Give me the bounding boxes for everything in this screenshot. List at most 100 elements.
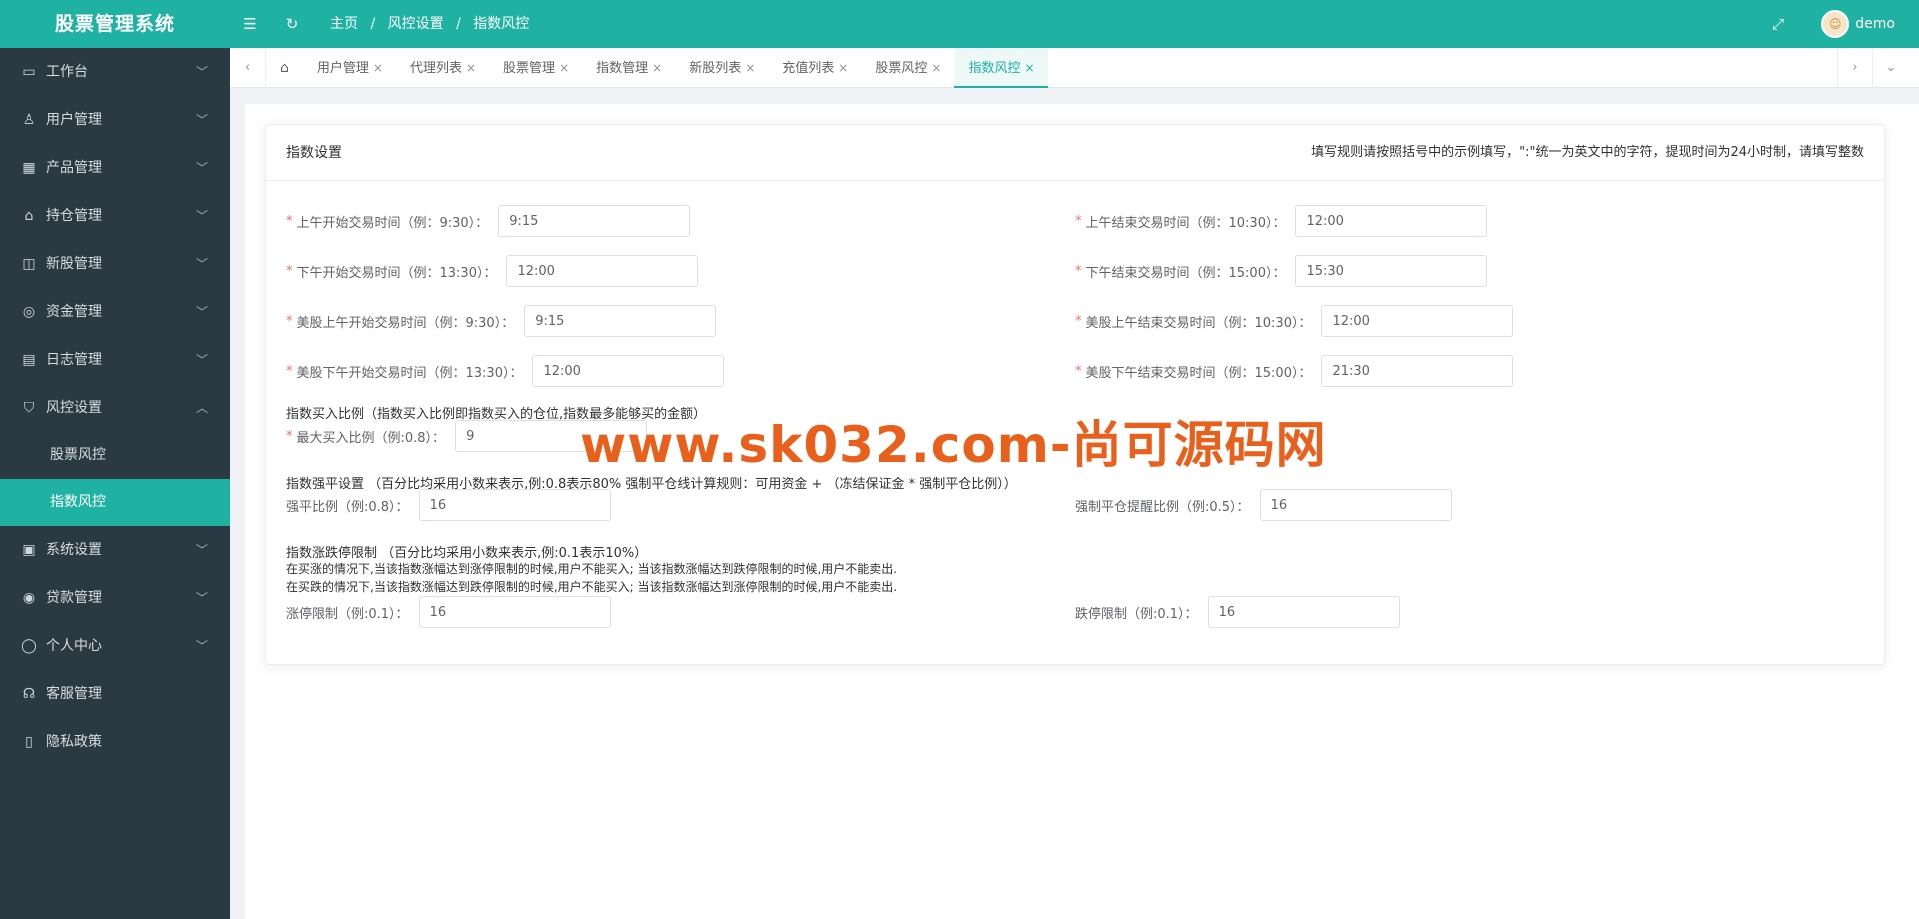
sidebar-item-label: 产品管理 xyxy=(46,160,102,176)
tab-label: 用户管理 xyxy=(316,61,369,76)
tab-label: 新股列表 xyxy=(689,61,742,76)
tab-agent-list[interactable]: 代理列表 × xyxy=(396,48,489,88)
form-item-am-end: * 上午结束交易时间（例：10:30）： xyxy=(1075,205,1488,237)
down-limit-input[interactable] xyxy=(1207,596,1400,628)
form-item-us-pm-start: * 美股下午开始交易时间（例：13:30）： xyxy=(286,355,725,387)
field-label: 强平比例（例:0.8）： xyxy=(286,499,409,515)
sidebar-item-logs[interactable]: ▤ 日志管理 ﹀ xyxy=(0,336,230,384)
close-icon[interactable]: × xyxy=(652,61,662,75)
sidebar-item-funds[interactable]: ◎ 资金管理 ﹀ xyxy=(0,288,230,336)
form-item-force-remind: 强制平仓提醒比例（例:0.5）： xyxy=(1075,489,1452,521)
coins-icon: ◎ xyxy=(22,304,36,320)
tab-stock-risk[interactable]: 股票风控 × xyxy=(861,48,954,88)
sidebar-item-privacy[interactable]: ▯ 隐私政策 xyxy=(0,718,230,766)
chevron-up-icon: ︿ xyxy=(195,401,208,415)
sidebar-item-positions[interactable]: ⌂ 持仓管理 ﹀ xyxy=(0,192,230,240)
breadcrumb-separator: / xyxy=(456,16,461,32)
breadcrumb-item: 指数风控 xyxy=(473,16,530,32)
breadcrumb-item[interactable]: 主页 xyxy=(330,16,358,32)
tabs-scroll-left-icon[interactable]: ‹ xyxy=(230,48,266,88)
sidebar-item-users[interactable]: ♙ 用户管理 ﹀ xyxy=(0,96,230,144)
sidebar-item-customer-service[interactable]: ☊ 客服管理 xyxy=(0,670,230,718)
sidebar-item-system-settings[interactable]: ▣ 系统设置 ﹀ xyxy=(0,526,230,574)
tab-home[interactable]: ⌂ xyxy=(266,48,303,88)
home-icon: ⌂ xyxy=(24,208,34,224)
am-start-input[interactable] xyxy=(498,205,691,237)
fullscreen-icon[interactable]: ⤢ xyxy=(1768,14,1788,34)
chevron-down-icon: ﹀ xyxy=(195,543,208,557)
refresh-icon[interactable]: ↻ xyxy=(282,14,302,34)
us-am-end-input[interactable] xyxy=(1321,305,1514,337)
sidebar-item-workbench[interactable]: ▭ 工作台 ﹀ xyxy=(0,48,230,96)
tab-label: 股票风控 xyxy=(875,61,928,76)
log-icon: ▤ xyxy=(22,352,36,368)
form-item-down-limit: 跌停限制（例:0.1）： xyxy=(1075,596,1400,628)
sidebar-item-personal-center[interactable]: ◯ 个人中心 ﹀ xyxy=(0,622,230,670)
sidebar-item-products[interactable]: ▦ 产品管理 ﹀ xyxy=(0,144,230,192)
required-mark: * xyxy=(286,313,293,329)
pm-end-input[interactable] xyxy=(1295,255,1488,287)
sidebar-item-risk-control[interactable]: ⛉ 风控设置 ︿ xyxy=(0,384,230,432)
form-item-force-ratio: 强平比例（例:0.8）： xyxy=(286,489,611,521)
tab-label: 指数管理 xyxy=(596,61,649,76)
close-icon[interactable]: × xyxy=(466,61,476,75)
tab-user-management[interactable]: 用户管理 × xyxy=(303,48,396,88)
monitor-icon: ▭ xyxy=(22,64,36,80)
chevron-down-icon: ﹀ xyxy=(195,305,208,319)
form-item-pm-start: * 下午开始交易时间（例：13:30）： xyxy=(286,255,699,287)
force-remind-ratio-input[interactable] xyxy=(1259,489,1452,521)
close-icon[interactable]: × xyxy=(931,61,941,75)
pm-start-input[interactable] xyxy=(506,255,699,287)
field-label: 美股下午结束交易时间（例：15:00）： xyxy=(1085,365,1312,381)
sidebar-item-loans[interactable]: ◉ 贷款管理 ﹀ xyxy=(0,574,230,622)
tab-label: 指数风控 xyxy=(968,61,1021,76)
sidebar-item-label: 资金管理 xyxy=(46,304,102,320)
chevron-down-icon: ﹀ xyxy=(195,161,208,175)
sidebar-subitem-stock-risk[interactable]: 股票风控 xyxy=(0,432,230,479)
tab-new-stock-list[interactable]: 新股列表 × xyxy=(675,48,768,88)
sidebar-item-label: 个人中心 xyxy=(46,638,102,654)
close-icon[interactable]: × xyxy=(1024,61,1034,75)
tabs-scroll-right-icon[interactable]: › xyxy=(1837,48,1873,88)
tab-index-risk[interactable]: 指数风控 × xyxy=(954,48,1048,88)
tab-stock-management[interactable]: 股票管理 × xyxy=(489,48,582,88)
close-icon[interactable]: × xyxy=(559,61,569,75)
price-limit-note-long: 在买涨的情况下,当该指数涨幅达到涨停限制的时候,用户不能买入; 当该指数涨幅达到… xyxy=(286,562,898,576)
close-icon[interactable]: × xyxy=(838,61,848,75)
breadcrumb-separator: / xyxy=(370,16,376,32)
sidebar-item-new-stocks[interactable]: ◫ 新股管理 ﹀ xyxy=(0,240,230,288)
tab-recharge-list[interactable]: 充值列表 × xyxy=(768,48,861,88)
close-icon[interactable]: × xyxy=(745,61,755,75)
us-pm-start-input[interactable] xyxy=(532,355,725,387)
home-icon: ⌂ xyxy=(280,60,289,76)
us-am-start-input[interactable] xyxy=(524,305,717,337)
field-label: 最大买入比例（例:0.8）： xyxy=(296,430,446,446)
loan-icon: ◉ xyxy=(22,590,36,606)
field-label: 下午结束交易时间（例：15:00）： xyxy=(1085,265,1286,281)
tab-label: 代理列表 xyxy=(409,61,462,76)
card-header: 指数设置 填写规则请按照括号中的示例填写，":"统一为英文中的字符，提现时间为2… xyxy=(266,125,1884,181)
field-label: 上午结束交易时间（例：10:30）： xyxy=(1085,215,1286,231)
tab-index-management[interactable]: 指数管理 × xyxy=(582,48,675,88)
tabs-dropdown-icon[interactable]: ⌄ xyxy=(1873,48,1909,88)
am-end-input[interactable] xyxy=(1295,205,1488,237)
force-ratio-input[interactable] xyxy=(418,489,611,521)
sidebar-item-label: 隐私政策 xyxy=(46,734,102,750)
required-mark: * xyxy=(1075,213,1082,229)
breadcrumb-item[interactable]: 风控设置 xyxy=(388,16,444,32)
main-content: 指数设置 填写规则请按照括号中的示例填写，":"统一为英文中的字符，提现时间为2… xyxy=(245,104,1919,919)
max-buy-ratio-input[interactable] xyxy=(455,420,648,452)
form-item-max-buy: * 最大买入比例（例:0.8）： xyxy=(286,420,648,452)
avatar[interactable]: ☺ xyxy=(1821,10,1850,38)
tabs-bar: ‹ ⌂ 用户管理 × 代理列表 × 股票管理 × 指数管理 × 新股列表 × 充值列表 × … xyxy=(230,48,1919,88)
collapse-menu-icon[interactable]: ☰ xyxy=(240,14,260,34)
sidebar-item-label: 系统设置 xyxy=(46,542,102,558)
user-menu[interactable]: ☺ demo xyxy=(1821,10,1895,38)
chevron-down-icon: ﹀ xyxy=(195,591,208,605)
required-mark: * xyxy=(1075,363,1082,379)
close-icon[interactable]: × xyxy=(373,61,383,75)
sidebar-subitem-index-risk[interactable]: 指数风控 xyxy=(0,479,230,526)
up-limit-input[interactable] xyxy=(418,596,611,628)
us-pm-end-input[interactable] xyxy=(1321,355,1514,387)
username[interactable]: demo xyxy=(1855,16,1895,32)
